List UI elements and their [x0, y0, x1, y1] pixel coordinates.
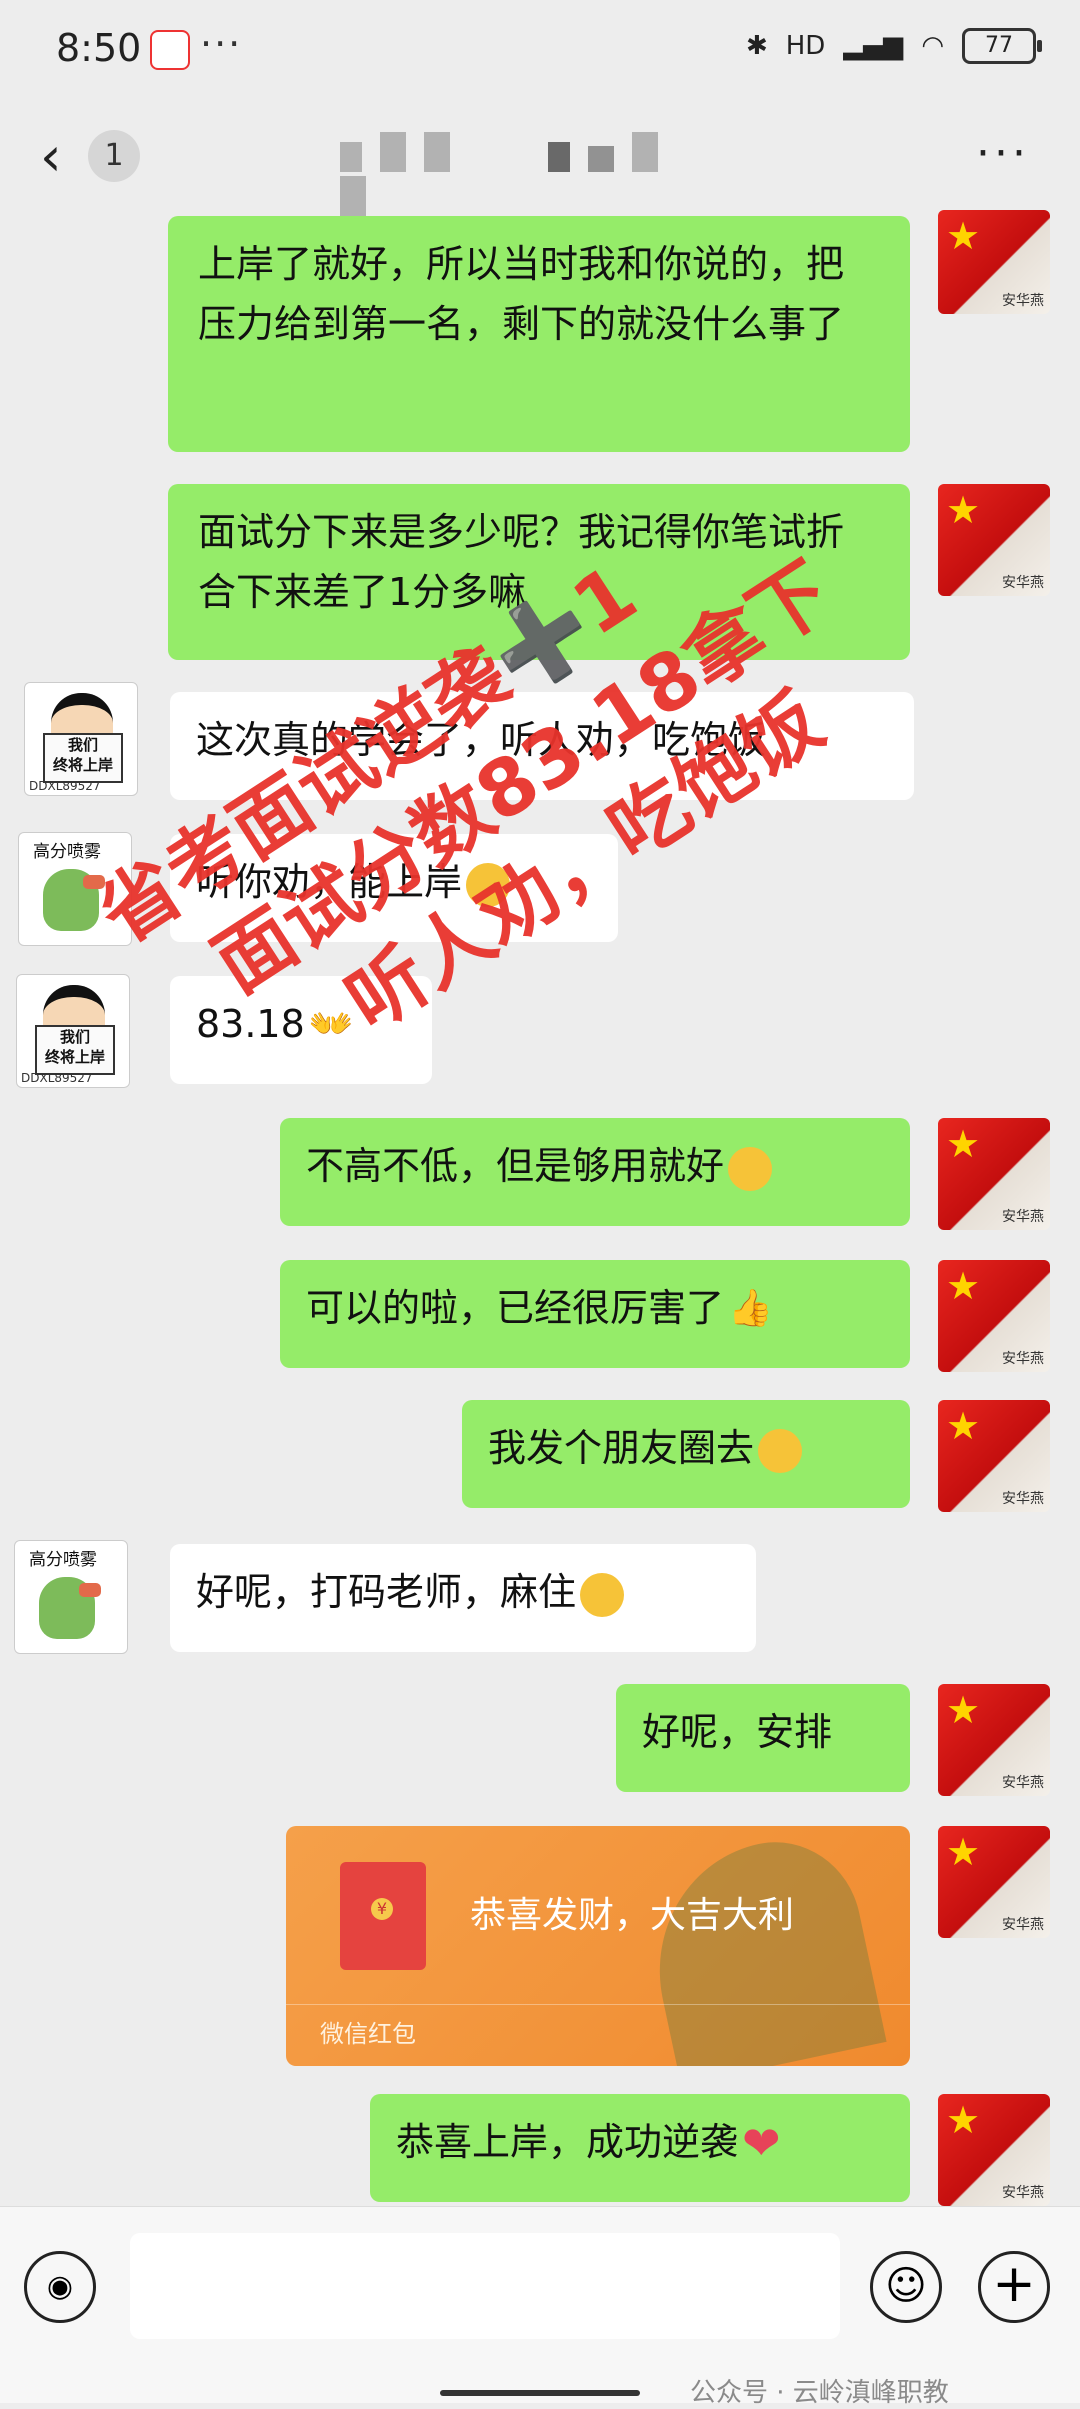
contact-message[interactable]: 听你劝，能上岸 — [170, 834, 618, 942]
red-packet-decoration — [635, 1826, 887, 2066]
contact-message[interactable]: 83.18 — [170, 976, 432, 1084]
signal-icon: HD — [785, 31, 826, 61]
avatar-signature: 安华燕 — [1002, 2185, 1044, 2201]
avatar-signature: 安华燕 — [1002, 293, 1044, 309]
chat-header: ‹ 1 ··· — [0, 100, 1080, 220]
star-icon: ★ — [946, 1830, 981, 1874]
status-right: ✱ HD ▂▄▆ ◠ 77 — [745, 28, 1042, 64]
thumbs-up-emoji-icon — [728, 1279, 773, 1339]
my-avatar[interactable]: ★ 安华燕 — [938, 1684, 1050, 1796]
star-icon: ★ — [946, 214, 981, 258]
app-notification-icon — [150, 30, 190, 70]
contact-avatar[interactable]: 我们 终将上岸 DDXL89527 — [16, 974, 130, 1088]
my-avatar[interactable]: ★ 安华燕 — [938, 1826, 1050, 1938]
my-avatar[interactable]: ★ 安华燕 — [938, 210, 1050, 314]
my-avatar[interactable]: ★ 安华燕 — [938, 1118, 1050, 1230]
message-text: 83.18 — [196, 1002, 305, 1046]
message-input[interactable] — [130, 2233, 840, 2339]
red-packet-label: 微信红包 — [320, 2020, 416, 2048]
grinning-emoji-icon — [758, 1428, 803, 1473]
bluetooth-icon: ✱ — [745, 31, 768, 61]
my-avatar[interactable]: ★ 安华燕 — [938, 1260, 1050, 1372]
contact-message[interactable]: 这次真的学会了，听人劝，吃饱饭 — [170, 692, 914, 800]
unread-badge[interactable]: 1 — [88, 130, 140, 182]
avatar-dino-spray — [83, 875, 105, 889]
message-text: 听你劝，能上岸 — [196, 860, 463, 904]
wifi-icon: ◠ — [921, 31, 944, 61]
my-avatar[interactable]: ★ 安华燕 — [938, 2094, 1050, 2206]
more-icon[interactable]: ··· — [976, 128, 1030, 179]
star-icon: ★ — [946, 1688, 981, 1732]
message-text: 我发个朋友圈去 — [488, 1426, 755, 1470]
my-message[interactable]: 好呢，安排 — [616, 1684, 910, 1792]
footer-watermark: 公众号 · 云岭滇峰职教 — [690, 2378, 949, 2408]
avatar-label: 高分喷雾 — [33, 842, 101, 862]
contact-avatar[interactable]: 高分喷雾 — [14, 1540, 128, 1654]
signal-icon-2: ▂▄▆ — [843, 31, 904, 61]
avatar-id: DDXL89527 — [21, 1071, 93, 1085]
star-icon: ★ — [946, 2098, 981, 2142]
status-more-dots: ··· — [200, 22, 243, 66]
thinking-emoji-icon — [728, 1146, 773, 1191]
my-message[interactable]: 我发个朋友圈去 — [462, 1400, 910, 1508]
red-packet-title: 恭喜发财，大吉大利 — [470, 1895, 795, 1936]
home-indicator[interactable] — [440, 2390, 640, 2396]
voice-icon[interactable]: ◉ — [24, 2251, 96, 2323]
back-icon[interactable]: ‹ — [40, 130, 62, 184]
avatar-signature: 安华燕 — [1002, 1917, 1044, 1933]
surprised-emoji-icon — [466, 862, 511, 907]
avatar-dino-spray — [79, 1583, 101, 1597]
status-bar: 8:50 ··· ✱ HD ▂▄▆ ◠ 77 — [0, 0, 1080, 100]
avatar-signature: 安华燕 — [1002, 1351, 1044, 1367]
my-avatar[interactable]: ★ 安华燕 — [938, 484, 1050, 596]
heart-emoji-icon — [742, 2113, 786, 2173]
avatar-signature: 安华燕 — [1002, 575, 1044, 591]
contact-message[interactable]: 好呢，打码老师，麻住 — [170, 1544, 756, 1652]
battery-icon: 77 — [962, 28, 1042, 64]
plus-icon[interactable]: + — [978, 2251, 1050, 2323]
avatar-signature: 安华燕 — [1002, 1491, 1044, 1507]
praise-hands-emoji-icon — [309, 995, 389, 1055]
emoji-icon[interactable]: ☺ — [870, 2251, 942, 2323]
avatar-sign: 我们 终将上岸 — [43, 733, 123, 783]
avatar-id: DDXL89527 — [29, 779, 101, 793]
chat-title-redacted — [340, 132, 710, 216]
surprised-emoji-icon — [580, 1572, 625, 1617]
red-packet-divider — [286, 2004, 910, 2005]
my-message[interactable]: 面试分下来是多少呢？我记得你笔试折合下来差了1分多嘛 — [168, 484, 910, 660]
avatar-signature: 安华燕 — [1002, 1775, 1044, 1791]
avatar-label: 高分喷雾 — [29, 1550, 97, 1570]
my-message[interactable]: 恭喜上岸，成功逆袭 — [370, 2094, 910, 2202]
star-icon: ★ — [946, 1404, 981, 1448]
red-packet-card[interactable]: 恭喜发财，大吉大利 微信红包 — [286, 1826, 910, 2066]
avatar-signature: 安华燕 — [1002, 1209, 1044, 1225]
avatar-sign: 我们 终将上岸 — [35, 1025, 115, 1075]
message-text: 可以的啦，已经很厉害了 — [306, 1286, 725, 1330]
message-text: 好呢，打码老师，麻住 — [196, 1570, 577, 1614]
my-avatar[interactable]: ★ 安华燕 — [938, 1400, 1050, 1512]
contact-avatar[interactable]: 高分喷雾 — [18, 832, 132, 946]
status-time: 8:50 — [56, 26, 142, 70]
my-message[interactable]: 上岸了就好，所以当时我和你说的，把压力给到第一名，剩下的就没什么事了 — [168, 216, 910, 452]
my-message[interactable]: 可以的啦，已经很厉害了 — [280, 1260, 910, 1368]
message-text: 不高不低，但是够用就好 — [306, 1144, 725, 1188]
red-envelope-icon — [340, 1862, 426, 1970]
my-message[interactable]: 不高不低，但是够用就好 — [280, 1118, 910, 1226]
star-icon: ★ — [946, 1264, 981, 1308]
star-icon: ★ — [946, 488, 981, 532]
contact-avatar[interactable]: 我们 终将上岸 DDXL89527 — [24, 682, 138, 796]
star-icon: ★ — [946, 1122, 981, 1166]
message-text: 恭喜上岸，成功逆袭 — [396, 2120, 739, 2164]
